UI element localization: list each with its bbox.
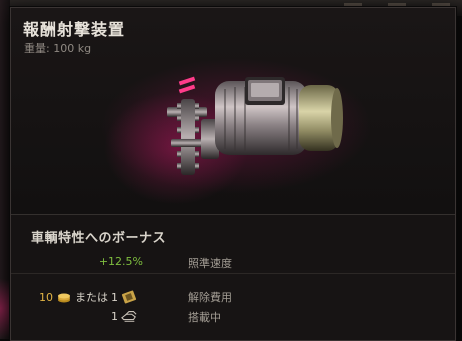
bonus-label: 照準速度 [188, 257, 232, 270]
installed-label: 搭載中 [188, 311, 221, 324]
bonus-value: +12.5% [98, 255, 143, 268]
weight-label: 重量: [24, 42, 50, 55]
demount-cost-values: 10 または 1 [39, 289, 137, 305]
cost-section: 10 または 1 解除費用 1 搭載中 [11, 274, 455, 340]
demount-cost-row: 10 または 1 解除費用 [11, 289, 455, 305]
weight-value: 100 [53, 42, 75, 55]
module-weight: 重量: 100 kg [24, 40, 91, 56]
installed-values: 1 [111, 309, 137, 323]
vehicles-icon [121, 311, 137, 322]
bonus-heading: 車輌特性へのボーナス [31, 231, 167, 246]
demount-kit-icon [121, 290, 137, 304]
bonus-row: +12.5% 照準速度 [11, 255, 455, 271]
module-tooltip: 報酬射撃装置 重量: 100 kg 車輌特性へのボーナス +12.5% 照準速度… [10, 7, 456, 341]
gold-coins-icon [58, 293, 70, 303]
turbine-module-icon [167, 76, 343, 175]
special-marker-icon [178, 76, 196, 94]
vehicle-bonus-section: 車輌特性へのボーナス +12.5% 照準速度 [11, 215, 455, 270]
gold-amount: 10 [39, 290, 53, 304]
installed-count: 1 [111, 309, 118, 323]
installed-row: 1 搭載中 [11, 309, 455, 325]
or-text: または [75, 291, 108, 304]
module-title: 報酬射撃装置 [23, 20, 126, 39]
tooltip-header: 報酬射撃装置 重量: 100 kg [11, 8, 455, 214]
weight-unit: kg [77, 42, 92, 55]
demount-cost-label: 解除費用 [188, 291, 232, 304]
kit-amount: 1 [111, 290, 118, 304]
